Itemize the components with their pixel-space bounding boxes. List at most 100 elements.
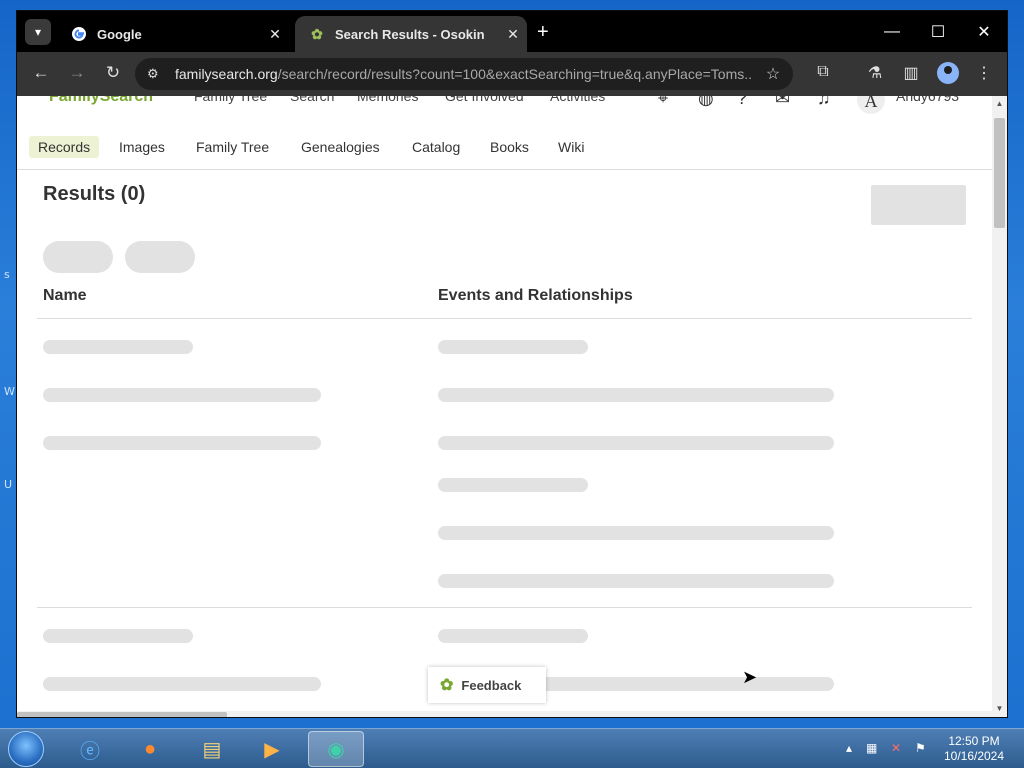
firefox-icon[interactable]: ● (122, 731, 178, 767)
loading-placeholder-line (438, 340, 588, 354)
nav-family-tree[interactable]: Family Tree (194, 96, 267, 104)
loading-placeholder-line (438, 574, 834, 588)
close-tab-icon[interactable]: ✕ (261, 26, 289, 43)
loading-placeholder-button (871, 185, 966, 225)
nav-activities[interactable]: Activities (550, 96, 605, 104)
column-header-events: Events and Relationships (438, 287, 633, 304)
address-bar[interactable]: ⚙ familysearch.org/search/record/results… (135, 58, 793, 90)
desktop-fragment: s (4, 268, 10, 281)
forward-icon[interactable]: → (65, 63, 89, 83)
vertical-scrollbar[interactable]: ▲ ▼ (992, 96, 1007, 717)
familysearch-tree-icon: ✿ (311, 25, 323, 42)
tab-search-button[interactable]: ▾ (25, 19, 51, 45)
google-icon (71, 26, 87, 42)
loading-placeholder-line (43, 436, 321, 450)
nav-get-involved[interactable]: Get Involved (445, 96, 524, 104)
loading-placeholder-line (438, 388, 834, 402)
familysearch-logo[interactable]: FamilySearch (49, 96, 153, 106)
familysearch-header: FamilySearch Family Tree Search Memories… (17, 96, 992, 116)
nav-search[interactable]: Search (290, 96, 334, 104)
tab-search-results[interactable]: ✿ Search Results - Osokin ✕ (295, 16, 527, 52)
row-divider (37, 607, 972, 608)
familysearch-tree-icon: ✿ (440, 677, 454, 694)
scroll-down-arrow-icon[interactable]: ▼ (992, 704, 1007, 713)
scroll-thumb[interactable] (994, 118, 1005, 228)
loading-placeholder-line (43, 340, 193, 354)
feedback-label: Feedback (461, 677, 522, 693)
horizontal-scroll-thumb[interactable] (17, 712, 227, 717)
system-clock[interactable]: 12:50 PM 10/16/2024 (936, 734, 1012, 764)
close-tab-icon[interactable]: ✕ (499, 26, 527, 43)
desktop-fragment: W (4, 385, 15, 398)
maximize-button[interactable]: ☐ (915, 19, 961, 45)
notifications-bell-icon[interactable]: ♫ (817, 96, 831, 109)
site-info-icon[interactable]: ⚙ (147, 66, 167, 82)
clock-date: 10/16/2024 (943, 749, 1005, 763)
tab-google[interactable]: Google ✕ (57, 16, 289, 52)
extensions-icon[interactable]: ⧉ (811, 63, 835, 81)
start-button[interactable] (8, 731, 44, 767)
subnav-images[interactable]: Images (110, 136, 174, 158)
subnav-wiki[interactable]: Wiki (549, 136, 593, 158)
menu-kebab-icon[interactable]: ⋮ (972, 63, 996, 83)
subnav-genealogies[interactable]: Genealogies (292, 136, 389, 158)
globe-icon[interactable]: ◍ (698, 96, 714, 109)
chrome-taskbar-icon[interactable]: ◉ (308, 731, 364, 767)
subnav-books[interactable]: Books (481, 136, 538, 158)
bookmark-star-icon[interactable]: ☆ (753, 64, 793, 84)
page-viewport: FamilySearch Family Tree Search Memories… (17, 96, 1007, 717)
chevron-down-icon: ▾ (34, 25, 42, 39)
loading-placeholder-line (43, 629, 193, 643)
labs-flask-icon[interactable]: ⚗ (863, 63, 887, 83)
nav-memories[interactable]: Memories (357, 96, 418, 104)
back-icon[interactable]: ← (29, 63, 53, 83)
loading-placeholder-line (438, 526, 834, 540)
help-icon[interactable]: ? (737, 96, 747, 109)
tab-strip: ▾ Google ✕ ✿ Search Results - Osokin ✕ +… (17, 11, 1007, 52)
profile-avatar[interactable] (937, 62, 959, 84)
loading-placeholder-chip (43, 241, 113, 273)
loading-placeholder-line (43, 677, 321, 691)
file-explorer-icon[interactable]: ▤ (184, 731, 240, 767)
close-window-button[interactable]: ✕ (961, 19, 1007, 45)
header-divider (37, 318, 972, 319)
volume-muted-icon[interactable]: ✕ (891, 741, 901, 755)
username[interactable]: Andy6793 (896, 96, 959, 104)
new-tab-button[interactable]: + (537, 22, 549, 42)
minimize-button[interactable]: — (869, 19, 915, 45)
loading-placeholder-line (438, 436, 834, 450)
subnav-records[interactable]: Records (29, 136, 100, 158)
mouse-cursor-icon: ➤ (742, 667, 758, 687)
clock-time: 12:50 PM (948, 734, 1000, 748)
user-avatar[interactable]: A (857, 96, 885, 114)
reload-icon[interactable]: ↻ (101, 63, 125, 83)
browser-toolbar: ← → ↻ ⚙ familysearch.org/search/record/r… (17, 52, 1007, 96)
tab-title: Google (97, 26, 142, 42)
show-hidden-icons-icon[interactable]: ▴ (846, 741, 852, 755)
subnav-family-tree[interactable]: Family Tree (187, 136, 278, 158)
desktop-fragment: U (4, 478, 13, 491)
url-text[interactable]: familysearch.org/search/record/results?c… (175, 66, 753, 82)
records-subnav: Records Images Family Tree Genealogies C… (17, 116, 992, 170)
network-icon[interactable]: ▦ (866, 741, 877, 755)
subnav-catalog[interactable]: Catalog (403, 136, 469, 158)
media-player-icon[interactable]: ▶ (244, 731, 300, 767)
loading-placeholder-line (438, 629, 588, 643)
column-header-name: Name (43, 287, 87, 304)
tab-title: Search Results - Osokin (335, 26, 485, 42)
taskbar: ⓔ ● ▤ ▶ ◉ ▴ ▦ ✕ ⚑ 12:50 PM 10/16/2024 (0, 728, 1024, 768)
loading-placeholder-chip (125, 241, 195, 273)
loading-placeholder-line (438, 478, 588, 492)
url-path: /search/record/results?count=100&exactSe… (277, 66, 753, 82)
messages-icon[interactable]: ✉ (775, 96, 790, 109)
action-center-flag-icon[interactable]: ⚑ (915, 741, 926, 755)
scroll-up-arrow-icon[interactable]: ▲ (992, 99, 1007, 108)
feedback-button[interactable]: ✿ Feedback (428, 667, 546, 703)
horizontal-scrollbar[interactable] (17, 711, 992, 717)
loading-placeholder-line (43, 388, 321, 402)
location-pin-icon[interactable]: ⌖ (658, 96, 668, 109)
side-panel-icon[interactable]: ▥ (899, 63, 923, 83)
results-title: Results (0) (43, 183, 146, 205)
url-host: familysearch.org (175, 66, 278, 82)
internet-explorer-icon[interactable]: ⓔ (62, 731, 118, 767)
